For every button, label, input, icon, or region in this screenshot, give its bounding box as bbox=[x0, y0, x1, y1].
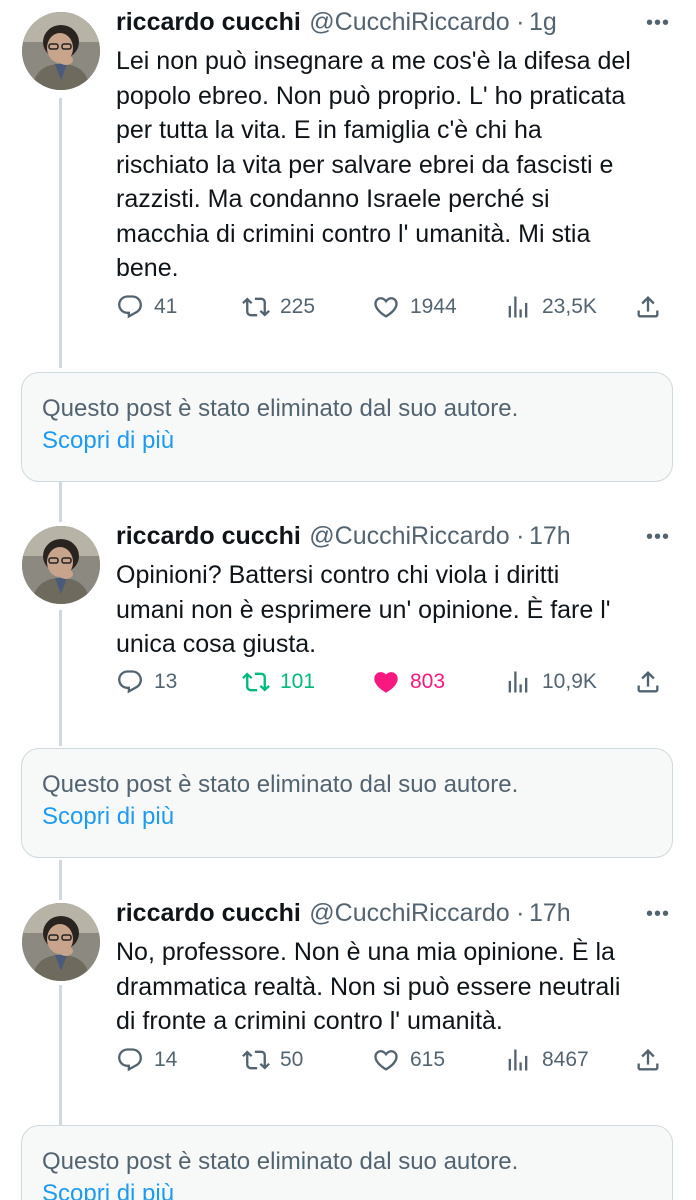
timestamp[interactable]: 17h bbox=[529, 899, 571, 927]
tweet-text-line: No, professore. Non è una mia opinione. … bbox=[116, 938, 615, 966]
tweet-text-line: Lei non può insegnare a me cos'è la dife… bbox=[116, 47, 631, 75]
retweet-button[interactable]: 101 bbox=[242, 668, 315, 696]
deleted-post-notice: Questo post è stato eliminato dal suo au… bbox=[21, 748, 673, 858]
tweet-header: riccardo cucchi @CucchiRiccardo · 1g ••• bbox=[116, 8, 676, 48]
thread-line bbox=[59, 610, 62, 746]
deleted-post-text: Questo post è stato eliminato dal suo au… bbox=[42, 395, 519, 422]
tweet-header: riccardo cucchi @CucchiRiccardo · 17h ••… bbox=[116, 522, 676, 562]
tweet-text-line: umani non è esprimere un' opinione. È fa… bbox=[116, 595, 611, 624]
retweet-count: 101 bbox=[280, 670, 316, 693]
tweet-text-line: per tutta la vita. E in famiglia c'è chi… bbox=[116, 116, 542, 144]
timestamp[interactable]: 1g bbox=[529, 8, 557, 36]
views-icon bbox=[504, 293, 532, 321]
like-icon bbox=[372, 293, 400, 321]
like-button[interactable]: 615 bbox=[372, 1046, 445, 1074]
views-count: 10,9K bbox=[542, 670, 597, 693]
share-button[interactable] bbox=[634, 293, 672, 321]
retweet-count: 225 bbox=[280, 295, 316, 318]
tweet-text: No, professore. Non è una mia opinione. … bbox=[116, 935, 676, 1039]
tweet-actions: 41 225 1944 23,5K bbox=[116, 293, 676, 329]
tweet-text-line: macchia di crimini contro l' umanità. Mi… bbox=[116, 219, 591, 248]
views-button[interactable]: 23,5K bbox=[504, 293, 597, 321]
retweet-icon bbox=[242, 668, 270, 696]
reply-icon bbox=[116, 668, 144, 696]
retweet-count: 50 bbox=[280, 1048, 304, 1071]
tweet-actions: 13 101 803 10,9K bbox=[116, 668, 676, 704]
like-icon bbox=[372, 1046, 400, 1074]
retweet-button[interactable]: 225 bbox=[242, 293, 315, 321]
reply-button[interactable]: 13 bbox=[116, 668, 177, 696]
share-icon bbox=[634, 1046, 662, 1074]
views-icon bbox=[504, 668, 532, 696]
reply-count: 14 bbox=[154, 1048, 178, 1071]
share-button[interactable] bbox=[634, 668, 672, 696]
tweet-text-line: unica cosa giusta. bbox=[116, 630, 317, 658]
more-icon[interactable]: ••• bbox=[646, 903, 670, 926]
more-icon[interactable]: ••• bbox=[646, 526, 670, 549]
tweet-text-line: Opinioni? Battersi contro chi viola i di… bbox=[116, 561, 560, 589]
retweet-icon bbox=[242, 1046, 270, 1074]
views-button[interactable]: 10,9K bbox=[504, 668, 597, 696]
tweet-text-line: bene. bbox=[116, 254, 179, 282]
retweet-button[interactable]: 50 bbox=[242, 1046, 303, 1074]
like-count: 615 bbox=[410, 1048, 446, 1071]
views-button[interactable]: 8467 bbox=[504, 1046, 589, 1074]
tweet-text-line: di fronte a crimini contro l' umanità. bbox=[116, 1007, 503, 1035]
reply-count: 13 bbox=[154, 670, 178, 693]
retweet-icon bbox=[242, 293, 270, 321]
learn-more-link[interactable]: Scopri di più bbox=[42, 427, 174, 455]
timestamp[interactable]: 17h bbox=[529, 522, 571, 550]
separator: · bbox=[516, 899, 525, 927]
views-icon bbox=[504, 1046, 532, 1074]
views-count: 8467 bbox=[542, 1048, 589, 1071]
author-name[interactable]: riccardo cucchi bbox=[116, 899, 301, 927]
author-handle[interactable]: @CucchiRiccardo bbox=[309, 522, 509, 550]
deleted-post-text: Questo post è stato eliminato dal suo au… bbox=[42, 771, 519, 798]
reply-button[interactable]: 41 bbox=[116, 293, 177, 321]
thread-line bbox=[59, 98, 62, 368]
tweet-text-line: rischiato la vita per salvare ebrei da f… bbox=[116, 150, 614, 179]
views-count: 23,5K bbox=[542, 295, 597, 318]
tweet-text-line: popolo ebreo. Non può proprio. L' ho pra… bbox=[116, 81, 626, 110]
deleted-post-notice: Questo post è stato eliminato dal suo au… bbox=[21, 372, 673, 482]
like-count: 1944 bbox=[410, 295, 457, 318]
tweet-header: riccardo cucchi @CucchiRiccardo · 17h ••… bbox=[116, 899, 676, 939]
tweet-text: Lei non può insegnare a me cos'è la dife… bbox=[116, 44, 676, 286]
author-handle[interactable]: @CucchiRiccardo bbox=[309, 8, 509, 36]
like-button[interactable]: 1944 bbox=[372, 293, 457, 321]
like-icon bbox=[372, 668, 400, 696]
tweet-text: Opinioni? Battersi contro chi viola i di… bbox=[116, 558, 676, 662]
separator: · bbox=[516, 522, 525, 550]
more-icon[interactable]: ••• bbox=[646, 12, 670, 35]
tweet-text-line: drammatica realtà. Non si può essere neu… bbox=[116, 972, 621, 1001]
thread-line bbox=[59, 985, 62, 1125]
thread-line bbox=[59, 482, 62, 522]
share-icon bbox=[634, 668, 662, 696]
deleted-post-notice: Questo post è stato eliminato dal suo au… bbox=[21, 1125, 673, 1200]
reply-icon bbox=[116, 293, 144, 321]
tweet-actions: 14 50 615 8467 bbox=[116, 1046, 676, 1082]
share-icon bbox=[634, 293, 662, 321]
reply-count: 41 bbox=[154, 295, 178, 318]
like-button[interactable]: 803 bbox=[372, 668, 445, 696]
thread-line bbox=[59, 860, 62, 900]
author-name[interactable]: riccardo cucchi bbox=[116, 522, 301, 550]
like-count: 803 bbox=[410, 670, 446, 693]
deleted-post-text: Questo post è stato eliminato dal suo au… bbox=[42, 1148, 519, 1175]
separator: · bbox=[516, 8, 525, 36]
avatar[interactable] bbox=[22, 526, 100, 604]
learn-more-link[interactable]: Scopri di più bbox=[42, 803, 174, 831]
tweet-text-line: razzisti. Ma condanno Israele perché si bbox=[116, 185, 550, 213]
avatar[interactable] bbox=[22, 12, 100, 90]
learn-more-link[interactable]: Scopri di più bbox=[42, 1180, 174, 1200]
reply-icon bbox=[116, 1046, 144, 1074]
reply-button[interactable]: 14 bbox=[116, 1046, 177, 1074]
avatar[interactable] bbox=[22, 903, 100, 981]
author-handle[interactable]: @CucchiRiccardo bbox=[309, 899, 509, 927]
author-name[interactable]: riccardo cucchi bbox=[116, 8, 301, 36]
share-button[interactable] bbox=[634, 1046, 672, 1074]
